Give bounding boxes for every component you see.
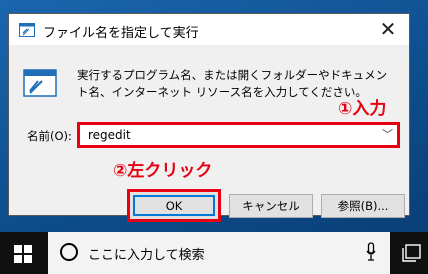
ok-button[interactable]: OK	[127, 189, 221, 222]
ok-button-label[interactable]: OK	[133, 195, 215, 216]
cancel-button[interactable]: キャンセル	[229, 194, 313, 218]
name-input-value[interactable]: regedit	[88, 128, 131, 142]
windows-start-icon[interactable]	[14, 245, 32, 263]
run-app-icon	[19, 23, 35, 37]
close-icon[interactable]: ✕	[375, 17, 401, 41]
taskbar-search-box[interactable]: ここに入力して検索	[48, 232, 390, 274]
task-view-icon[interactable]	[402, 244, 422, 262]
run-app-icon	[23, 69, 57, 97]
dialog-titlebar: ファイル名を指定して実行 ✕	[9, 14, 409, 45]
search-icon	[60, 243, 78, 261]
annotation-step-2: ②左クリック	[113, 161, 213, 181]
run-dialog: ファイル名を指定して実行 ✕ 実行するプログラム名、または開くフォルダーやドキュ…	[8, 13, 410, 222]
taskbar: ここに入力して検索	[0, 232, 428, 274]
annotation-step-1: ①入力	[338, 99, 387, 119]
name-label: 名前(O):	[27, 129, 72, 143]
dialog-title: ファイル名を指定して実行	[43, 26, 199, 41]
chevron-down-icon[interactable]: ﹀	[382, 126, 393, 142]
browse-button[interactable]: 参照(B)...	[321, 194, 405, 218]
microphone-icon[interactable]	[366, 242, 376, 262]
name-combobox[interactable]: regedit ﹀	[77, 122, 400, 148]
search-placeholder[interactable]: ここに入力して検索	[88, 244, 205, 263]
